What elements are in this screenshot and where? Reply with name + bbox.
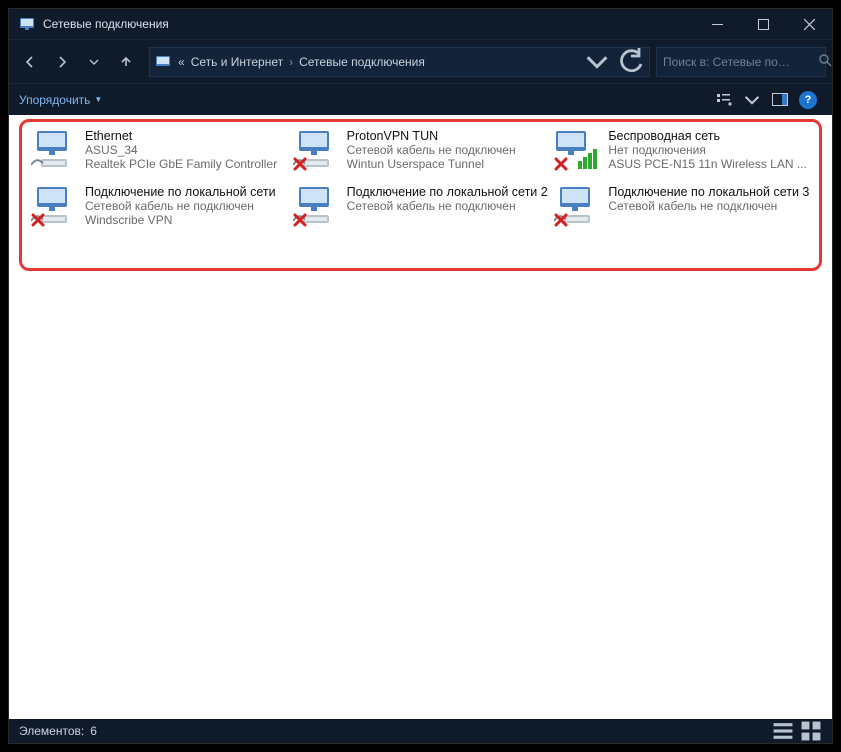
- breadcrumb-seg-2[interactable]: Сетевые подключения: [299, 55, 425, 69]
- status-items-count: 6: [90, 724, 97, 738]
- connection-icon: [31, 185, 77, 227]
- connection-status: Сетевой кабель не подключен: [85, 199, 276, 213]
- connection-status: Сетевой кабель не подключен: [347, 199, 548, 213]
- back-button[interactable]: [15, 47, 45, 77]
- connection-desc: Wintun Userspace Tunnel: [347, 157, 516, 171]
- connection-status: Нет подключения: [608, 143, 807, 157]
- chevron-down-icon: ▼: [94, 95, 102, 104]
- connection-icon: [293, 129, 339, 171]
- minimize-button[interactable]: [694, 9, 740, 39]
- connection-desc: Realtek PCIe GbE Family Controller: [85, 157, 277, 171]
- search-icon: [818, 53, 832, 70]
- chevron-right-icon: ›: [289, 55, 293, 69]
- toolbar: Упорядочить ▼ ?: [9, 83, 832, 115]
- breadcrumb-seg-1[interactable]: Сеть и Интернет: [191, 55, 283, 69]
- forward-button[interactable]: [47, 47, 77, 77]
- connection-name: Подключение по локальной сети 3: [608, 185, 809, 199]
- search-box[interactable]: [656, 47, 826, 77]
- connection-item[interactable]: Подключение по локальной сети 2Сетевой к…: [293, 185, 549, 227]
- connection-item[interactable]: ProtonVPN TUNСетевой кабель не подключен…: [293, 129, 549, 171]
- organize-menu-button[interactable]: Упорядочить ▼: [19, 93, 102, 107]
- status-bar: Элементов: 6: [9, 719, 832, 743]
- connection-name: Подключение по локальной сети 2: [347, 185, 548, 199]
- connection-icon: [554, 185, 600, 227]
- app-icon: [19, 16, 35, 32]
- connection-name: Подключение по локальной сети: [85, 185, 276, 199]
- connection-icon: [293, 185, 339, 227]
- error-x-icon: [293, 213, 307, 227]
- connection-icon: [554, 129, 600, 171]
- address-dropdown-button[interactable]: [583, 48, 611, 76]
- connection-name: ProtonVPN TUN: [347, 129, 516, 143]
- preview-pane-button[interactable]: [766, 87, 794, 113]
- connection-status: ASUS_34: [85, 143, 277, 157]
- connection-desc: Windscribe VPN: [85, 213, 276, 227]
- search-input[interactable]: [663, 55, 818, 69]
- connection-name: Ethernet: [85, 129, 277, 143]
- connection-name: Беспроводная сеть: [608, 129, 807, 143]
- status-items-label: Элементов:: [19, 724, 84, 738]
- connection-desc: ASUS PCE-N15 11n Wireless LAN ...: [608, 157, 807, 171]
- window-title: Сетевые подключения: [43, 17, 169, 31]
- maximize-button[interactable]: [740, 9, 786, 39]
- connection-item[interactable]: Беспроводная сетьНет подключенияASUS PCE…: [554, 129, 810, 171]
- error-x-icon: [554, 157, 568, 171]
- connection-item[interactable]: EthernetASUS_34Realtek PCIe GbE Family C…: [31, 129, 287, 171]
- window: Сетевые подключения « Сеть и Интернет ›: [8, 8, 833, 744]
- connection-icon: [31, 129, 77, 171]
- navbar: « Сеть и Интернет › Сетевые подключения: [9, 39, 832, 83]
- details-view-button[interactable]: [772, 722, 794, 740]
- breadcrumb-prefix: «: [178, 55, 185, 69]
- connection-item[interactable]: Подключение по локальной сети 3Сетевой к…: [554, 185, 810, 227]
- error-x-icon: [31, 213, 45, 227]
- up-button[interactable]: [111, 47, 141, 77]
- help-button[interactable]: ?: [794, 87, 822, 113]
- connection-status: Сетевой кабель не подключен: [347, 143, 516, 157]
- error-x-icon: [554, 213, 568, 227]
- titlebar: Сетевые подключения: [9, 9, 832, 39]
- view-layout-button[interactable]: [710, 87, 738, 113]
- organize-label: Упорядочить: [19, 93, 90, 107]
- recent-locations-button[interactable]: [79, 47, 109, 77]
- location-icon: [154, 53, 172, 71]
- connection-item[interactable]: Подключение по локальной сетиСетевой каб…: [31, 185, 287, 227]
- content-area: EthernetASUS_34Realtek PCIe GbE Family C…: [9, 115, 832, 719]
- address-bar[interactable]: « Сеть и Интернет › Сетевые подключения: [149, 47, 650, 77]
- refresh-button[interactable]: [617, 48, 645, 76]
- connection-status: Сетевой кабель не подключен: [608, 199, 809, 213]
- error-x-icon: [293, 157, 307, 171]
- large-icons-view-button[interactable]: [800, 722, 822, 740]
- close-button[interactable]: [786, 9, 832, 39]
- view-dropdown-button[interactable]: [738, 87, 766, 113]
